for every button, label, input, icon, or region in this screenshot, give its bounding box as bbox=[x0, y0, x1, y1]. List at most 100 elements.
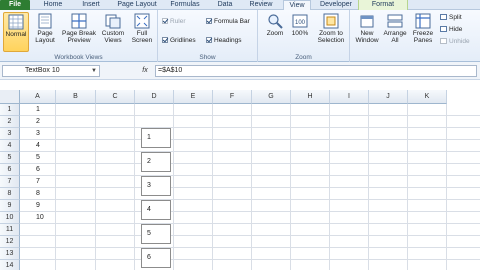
formula-bar-label: Formula Bar bbox=[214, 18, 250, 25]
page-break-preview-button[interactable]: Page Break Preview bbox=[61, 12, 97, 44]
cell-a3[interactable]: 3 bbox=[36, 128, 56, 140]
column-header-c[interactable]: C bbox=[96, 90, 135, 104]
row-header-6[interactable]: 6 bbox=[0, 164, 20, 176]
row-header-12[interactable]: 12 bbox=[0, 236, 20, 248]
new-window-icon bbox=[360, 15, 374, 28]
formula-input[interactable]: =$A$10 bbox=[155, 65, 477, 77]
row-header-10[interactable]: 10 bbox=[0, 212, 20, 224]
textbox-shape[interactable]: 6 bbox=[141, 248, 171, 268]
custom-views-icon bbox=[105, 14, 121, 29]
textbox-shape[interactable]: 1 bbox=[141, 128, 171, 148]
cell-a8[interactable]: 8 bbox=[36, 188, 56, 200]
zoom-to-selection-label: Zoom to Selection bbox=[317, 30, 345, 44]
new-window-label: New Window bbox=[355, 30, 379, 44]
arrange-all-button[interactable]: Arrange All bbox=[382, 12, 408, 44]
freeze-panes-button[interactable]: Freeze Panes bbox=[408, 12, 438, 44]
row-header-9[interactable]: 9 bbox=[0, 200, 20, 212]
cell-a5[interactable]: 5 bbox=[36, 152, 56, 164]
textbox-shape[interactable]: 5 bbox=[141, 224, 171, 244]
row-header-8[interactable]: 8 bbox=[0, 188, 20, 200]
ribbon: Normal Page Layout Page Break Preview Cu… bbox=[0, 10, 480, 62]
full-screen-label: Full Screen bbox=[131, 30, 153, 44]
new-window-button[interactable]: New Window bbox=[352, 12, 382, 44]
freeze-panes-label: Freeze Panes bbox=[412, 30, 434, 44]
zoom-100-label: 100% bbox=[291, 30, 309, 37]
column-header-k[interactable]: K bbox=[408, 90, 447, 104]
gridlines-checkbox[interactable]: Gridlines bbox=[162, 36, 196, 45]
tab-format[interactable]: Format bbox=[358, 0, 408, 10]
hide-icon bbox=[440, 26, 447, 32]
zoom-to-selection-button[interactable]: Zoom to Selection bbox=[314, 12, 348, 44]
tab-page-layout[interactable]: Page Layout bbox=[114, 0, 160, 10]
hide-button[interactable]: Hide bbox=[440, 25, 462, 34]
cell-a2[interactable]: 2 bbox=[36, 116, 56, 128]
tab-file[interactable]: File bbox=[0, 0, 30, 10]
row-header-14[interactable]: 14 bbox=[0, 260, 20, 270]
column-header-h[interactable]: H bbox=[291, 90, 330, 104]
ruler-checkbox[interactable]: Ruler bbox=[162, 17, 186, 26]
custom-views-label: Custom Views bbox=[101, 30, 125, 44]
column-header-g[interactable]: G bbox=[252, 90, 291, 104]
chevron-down-icon[interactable]: ▼ bbox=[91, 66, 97, 76]
page-layout-icon bbox=[38, 13, 52, 29]
cell-a6[interactable]: 6 bbox=[36, 164, 56, 176]
textbox-shape[interactable]: 3 bbox=[141, 176, 171, 196]
column-header-a[interactable]: A bbox=[20, 90, 56, 104]
column-header-b[interactable]: B bbox=[56, 90, 96, 104]
tab-home[interactable]: Home bbox=[38, 0, 68, 10]
column-header-e[interactable]: E bbox=[174, 90, 213, 104]
normal-button[interactable]: Normal bbox=[3, 12, 29, 52]
row-header-4[interactable]: 4 bbox=[0, 140, 20, 152]
cell-a1[interactable]: 1 bbox=[36, 104, 56, 116]
tab-formulas[interactable]: Formulas bbox=[166, 0, 204, 10]
row-header-3[interactable]: 3 bbox=[0, 128, 20, 140]
group-window: New Window Arrange All Freeze Panes Spli… bbox=[350, 10, 480, 62]
ribbon-tab-bar: File Home Insert Page Layout Formulas Da… bbox=[0, 0, 480, 11]
cell-a10[interactable]: 10 bbox=[36, 212, 56, 224]
page-break-preview-label: Page Break Preview bbox=[62, 30, 96, 44]
name-box[interactable]: TextBox 10 ▼ bbox=[2, 65, 100, 77]
full-screen-button[interactable]: Full Screen bbox=[129, 12, 155, 44]
unhide-button[interactable]: Unhide bbox=[440, 37, 470, 46]
tab-data[interactable]: Data bbox=[210, 0, 240, 10]
cell-a9[interactable]: 9 bbox=[36, 200, 56, 212]
zoom-100-button[interactable]: 100 100% bbox=[288, 12, 312, 37]
insert-function-button[interactable]: fx bbox=[138, 65, 152, 77]
tab-insert[interactable]: Insert bbox=[74, 0, 108, 10]
cell-a4[interactable]: 4 bbox=[36, 140, 56, 152]
unhide-icon bbox=[440, 38, 447, 44]
page-break-icon bbox=[71, 13, 87, 29]
arrange-all-icon bbox=[387, 14, 403, 28]
split-button[interactable]: Split bbox=[440, 13, 462, 22]
svg-text:100: 100 bbox=[295, 20, 306, 26]
arrange-all-label: Arrange All bbox=[383, 30, 407, 44]
gridline-horizontal bbox=[20, 199, 480, 200]
textbox-shape[interactable]: 2 bbox=[141, 152, 171, 172]
row-header-13[interactable]: 13 bbox=[0, 248, 20, 260]
textbox-shape[interactable]: 4 bbox=[141, 200, 171, 220]
row-header-11[interactable]: 11 bbox=[0, 224, 20, 236]
zoom-button[interactable]: Zoom bbox=[262, 12, 288, 37]
page-layout-button[interactable]: Page Layout bbox=[32, 12, 58, 44]
headings-checkbox[interactable]: Headings bbox=[206, 36, 241, 45]
formula-bar-checkbox[interactable]: Formula Bar bbox=[206, 17, 250, 26]
select-all-corner[interactable] bbox=[0, 90, 20, 104]
tab-developer[interactable]: Developer bbox=[314, 0, 358, 10]
column-header-i[interactable]: I bbox=[330, 90, 369, 104]
row-header-7[interactable]: 7 bbox=[0, 176, 20, 188]
gridline-horizontal bbox=[20, 115, 480, 116]
gridline-horizontal bbox=[20, 187, 480, 188]
cell-a7[interactable]: 7 bbox=[36, 176, 56, 188]
worksheet-grid: A B C D E F G H I J K 1 2 3 4 5 6 7 8 9 10 11 12 13 14 1 2 3 4 5 6 7 8 9 1… bbox=[0, 90, 480, 270]
row-header-5[interactable]: 5 bbox=[0, 152, 20, 164]
row-header-2[interactable]: 2 bbox=[0, 116, 20, 128]
normal-view-icon bbox=[8, 14, 24, 30]
row-header-1[interactable]: 1 bbox=[0, 104, 20, 116]
column-header-j[interactable]: J bbox=[369, 90, 408, 104]
custom-views-button[interactable]: Custom Views bbox=[100, 12, 126, 44]
group-zoom: Zoom 100 100% Zoom to Selection Zoom bbox=[258, 10, 350, 62]
column-header-f[interactable]: F bbox=[213, 90, 252, 104]
column-header-d[interactable]: D bbox=[135, 90, 174, 104]
tab-review[interactable]: Review bbox=[244, 0, 278, 10]
ruler-label: Ruler bbox=[170, 18, 186, 25]
